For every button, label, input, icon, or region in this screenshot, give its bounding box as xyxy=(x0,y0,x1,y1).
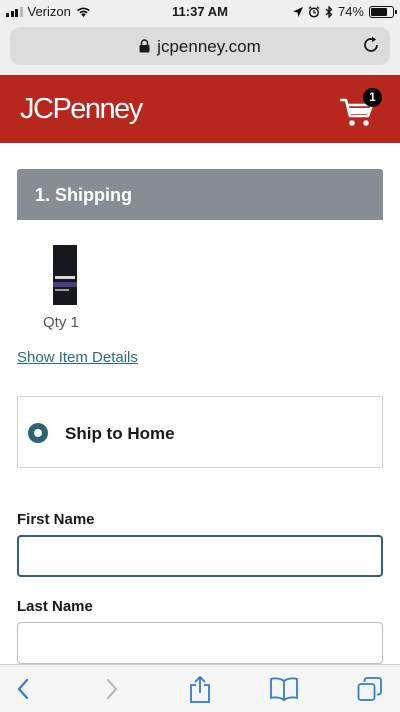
share-icon xyxy=(190,676,210,703)
shipping-step-header: 1. Shipping xyxy=(17,169,383,220)
last-name-input[interactable] xyxy=(17,622,383,664)
reload-icon[interactable] xyxy=(362,36,380,54)
bluetooth-icon xyxy=(325,5,333,18)
browser-toolbar xyxy=(0,664,400,712)
alarm-icon xyxy=(308,5,320,18)
address-bar[interactable]: jcpenney.com xyxy=(10,27,390,65)
item-quantity: Qty 1 xyxy=(43,314,79,331)
bookmarks-button[interactable] xyxy=(269,675,299,703)
location-icon xyxy=(292,6,303,17)
last-name-label: Last Name xyxy=(17,598,93,615)
ship-to-home-radio[interactable] xyxy=(28,423,48,443)
status-right: 74% xyxy=(292,4,397,19)
tabs-button[interactable] xyxy=(355,675,385,703)
ship-to-home-option[interactable]: Ship to Home xyxy=(17,396,383,468)
share-button[interactable] xyxy=(185,675,215,703)
battery-icon xyxy=(369,5,397,18)
site-header: JCPenney 1 xyxy=(0,75,400,143)
product-thumbnail[interactable] xyxy=(53,245,77,305)
first-name-label: First Name xyxy=(17,511,95,528)
forward-button[interactable] xyxy=(97,675,127,703)
url-text: jcpenney.com xyxy=(157,37,261,56)
battery-percent: 74% xyxy=(337,4,364,19)
back-button[interactable] xyxy=(8,675,38,703)
show-item-details-link[interactable]: Show Item Details xyxy=(17,349,138,366)
back-icon xyxy=(17,678,29,700)
tabs-icon xyxy=(357,677,382,701)
bookmarks-icon xyxy=(270,677,298,701)
address-display[interactable]: jcpenney.com xyxy=(10,37,390,57)
forward-icon xyxy=(106,678,118,700)
first-name-input[interactable] xyxy=(17,535,383,577)
jcpenney-logo[interactable]: JCPenney xyxy=(20,93,143,126)
lock-icon xyxy=(139,39,150,53)
ship-to-home-label: Ship to Home xyxy=(65,424,175,443)
cart-count-badge: 1 xyxy=(363,88,382,107)
cart-button[interactable]: 1 xyxy=(340,88,386,128)
status-bar: Verizon 11:37 AM 74% xyxy=(0,0,400,24)
browser-address-area: jcpenney.com xyxy=(0,24,400,75)
